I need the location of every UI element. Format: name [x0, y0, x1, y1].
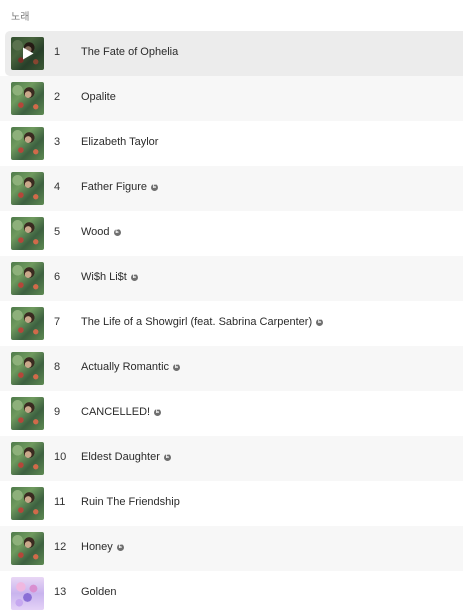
album-artwork[interactable]	[11, 172, 44, 205]
track-row[interactable]: 1 The Fate of Ophelia	[5, 31, 463, 76]
track-title-group: Actually Romantic E	[81, 361, 181, 373]
track-title-group: Honey E	[81, 541, 124, 553]
track-number: 11	[54, 496, 66, 508]
album-artwork[interactable]	[11, 442, 44, 475]
track-title: Golden	[81, 586, 117, 598]
track-title: Elizabeth Taylor	[81, 136, 159, 148]
track-title: Father Figure	[81, 181, 148, 193]
album-artwork[interactable]	[11, 577, 44, 610]
explicit-icon: E	[154, 408, 162, 416]
track-number: 9	[54, 406, 61, 418]
track-title-group: Eldest Daughter E	[81, 451, 171, 463]
explicit-icon: E	[173, 363, 181, 371]
track-title: Honey	[81, 541, 113, 553]
album-artwork[interactable]	[11, 217, 44, 250]
track-row[interactable]: 3 Elizabeth Taylor	[0, 121, 463, 166]
explicit-icon: E	[116, 543, 124, 551]
track-number: 12	[54, 541, 67, 553]
track-row[interactable]: 8 Actually Romantic E	[0, 346, 463, 391]
track-title-group: Opalite	[81, 91, 116, 103]
track-title-group: Father Figure E	[81, 181, 159, 193]
track-number: 3	[54, 136, 61, 148]
track-title: Eldest Daughter	[81, 451, 160, 463]
album-artwork[interactable]	[11, 307, 44, 340]
track-title-group: Elizabeth Taylor	[81, 136, 158, 148]
album-artwork[interactable]	[11, 487, 44, 520]
track-title-group: The Fate of Ophelia	[81, 46, 178, 58]
track-title-group: The Life of a Showgirl (feat. Sabrina Ca…	[81, 316, 324, 328]
track-row[interactable]: 12 Honey E	[0, 526, 463, 571]
track-title: Ruin The Friendship	[81, 496, 180, 508]
track-row[interactable]: 10 Eldest Daughter E	[0, 436, 463, 481]
album-artwork[interactable]	[11, 352, 44, 385]
explicit-icon: E	[151, 183, 159, 191]
track-row[interactable]: 2 Opalite	[0, 76, 463, 121]
track-title-group: CANCELLED! E	[81, 406, 162, 418]
track-number: 13	[54, 586, 67, 598]
track-row[interactable]: 4 Father Figure E	[0, 166, 463, 211]
play-icon	[22, 47, 33, 60]
track-title: Opalite	[81, 91, 116, 103]
track-row[interactable]: 7 The Life of a Showgirl (feat. Sabrina C…	[0, 301, 463, 346]
track-row[interactable]: 13 Golden	[0, 571, 463, 612]
album-artwork[interactable]	[11, 82, 44, 115]
track-title: Actually Romantic	[81, 361, 170, 373]
track-number: 1	[54, 46, 61, 58]
track-number: 10	[54, 451, 67, 463]
track-number: 7	[54, 316, 61, 328]
track-number: 8	[54, 361, 61, 373]
album-artwork[interactable]	[11, 262, 44, 295]
album-artwork[interactable]	[11, 127, 44, 160]
track-row[interactable]: 6 Wi$h Li$t E	[0, 256, 463, 301]
song-list-page: 노래 1 The Fate of Ophelia 2 Opalite 3 Elizabet…	[0, 0, 463, 612]
track-number: 2	[54, 91, 61, 103]
track-row[interactable]: 5 Wood E	[0, 211, 463, 256]
explicit-icon: E	[163, 453, 171, 461]
track-row[interactable]: 9 CANCELLED! E	[0, 391, 463, 436]
album-artwork[interactable]	[11, 532, 44, 565]
explicit-icon: E	[113, 228, 121, 236]
track-title-group: Wi$h Li$t E	[81, 271, 138, 283]
track-row[interactable]: 11 Ruin The Friendship	[0, 481, 463, 526]
track-list: 1 The Fate of Ophelia 2 Opalite 3 Elizabeth T…	[0, 31, 463, 612]
album-artwork[interactable]	[11, 397, 44, 430]
track-title: Wi$h Li$t	[81, 271, 127, 283]
play-button[interactable]	[11, 37, 44, 70]
track-title: The Fate of Ophelia	[81, 46, 179, 58]
track-number: 6	[54, 271, 61, 283]
track-title: CANCELLED!	[81, 406, 151, 418]
explicit-icon: E	[316, 318, 324, 326]
track-title: Wood	[81, 226, 110, 238]
track-number: 5	[54, 226, 61, 238]
track-title: The Life of a Showgirl (feat. Sabrina Ca…	[81, 316, 313, 328]
album-artwork[interactable]	[11, 37, 44, 70]
track-title-group: Wood E	[81, 226, 121, 238]
track-number: 4	[54, 181, 61, 193]
section-header: 노래	[11, 12, 30, 23]
track-title-group: Ruin The Friendship	[81, 496, 180, 508]
track-title-group: Golden	[81, 586, 116, 598]
explicit-icon: E	[130, 273, 138, 281]
